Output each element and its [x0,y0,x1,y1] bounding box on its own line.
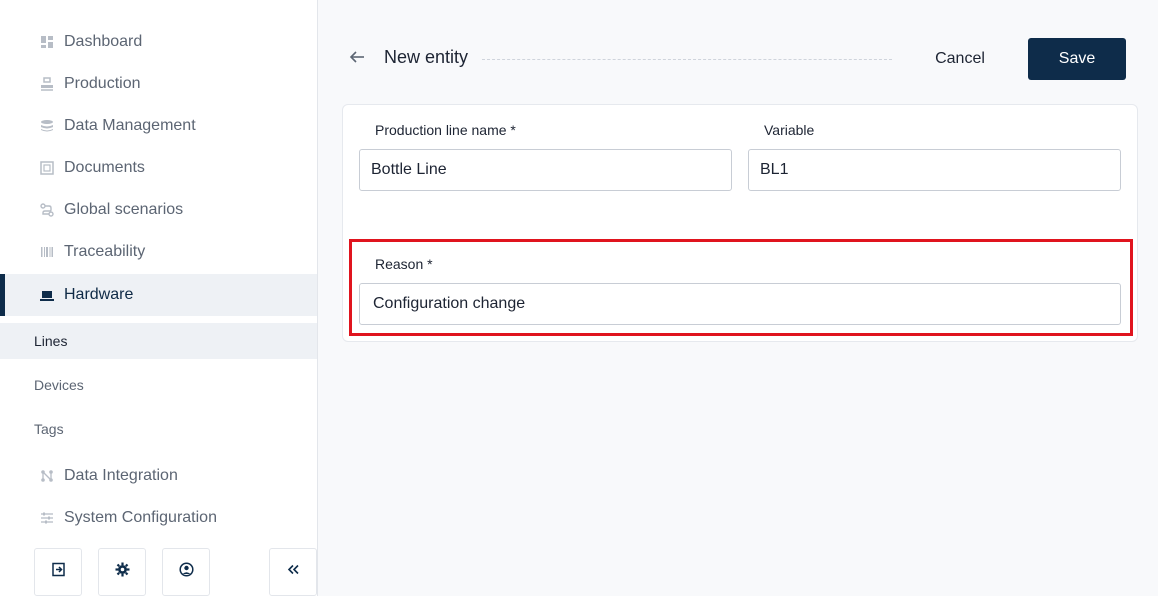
sidebar-item-label: Data Management [64,117,196,134]
scenarios-icon [40,203,54,217]
app-root: Dashboard Production Data Management Doc… [0,0,1158,596]
back-button[interactable] [346,48,368,70]
integration-icon [40,469,54,483]
sidebar-item-data-management[interactable]: Data Management [0,105,317,147]
sidebar-item-label: Dashboard [64,33,143,50]
sidebar-item-label: System Configuration [64,509,217,526]
sidebar-item-hardware[interactable]: Hardware [0,274,317,316]
sidebar-item-label: Traceability [64,243,146,260]
barcode-icon [40,245,54,259]
documents-icon [40,161,54,175]
settings-icon [115,562,130,582]
settings-button[interactable] [98,548,146,596]
user-icon [178,562,194,582]
reason-input[interactable] [359,283,1121,325]
sidebar-item-traceability[interactable]: Traceability [0,231,317,273]
sidebar-item-label: Hardware [64,286,134,303]
logout-icon [51,562,66,582]
save-button[interactable]: Save [1028,38,1126,80]
reason-label: Reason * [375,256,433,272]
sidebar-item-label: Production [64,75,141,92]
sidebar-subitem-devices[interactable]: Devices [0,367,317,403]
sidebar-subitem-label: Devices [34,377,84,393]
sidebar-item-system-configuration[interactable]: System Configuration [0,497,317,539]
production-line-name-label: Production line name * [375,122,516,138]
sidebar-subitem-lines[interactable]: Lines [0,323,317,359]
page-title: New entity [384,47,469,67]
user-profile-button[interactable] [162,548,210,596]
sidebar-item-label: Documents [64,159,145,176]
dashboard-icon [40,35,54,49]
sidebar-item-production[interactable]: Production [0,63,317,105]
sidebar-item-documents[interactable]: Documents [0,147,317,189]
hardware-icon [40,288,54,302]
collapse-sidebar-button[interactable] [269,548,317,596]
database-icon [40,119,54,133]
sidebar: Dashboard Production Data Management Doc… [0,0,318,596]
sidebar-item-label: Data Integration [64,467,178,484]
variable-input[interactable] [748,149,1121,191]
sidebar-subitem-label: Tags [34,421,64,437]
variable-label: Variable [764,122,815,138]
production-icon [40,77,54,91]
sliders-icon [40,511,54,525]
sidebar-item-global-scenarios[interactable]: Global scenarios [0,189,317,231]
sidebar-item-label: Global scenarios [64,201,184,218]
title-divider [482,59,892,60]
logout-button[interactable] [34,548,82,596]
collapse-icon [286,562,301,582]
production-line-name-input[interactable] [359,149,732,191]
sidebar-subitem-label: Lines [34,333,68,349]
cancel-button[interactable]: Cancel [916,40,1004,78]
sidebar-subitem-tags[interactable]: Tags [0,411,317,447]
sidebar-item-dashboard[interactable]: Dashboard [0,21,317,63]
sidebar-item-data-integration[interactable]: Data Integration [0,455,317,497]
arrow-left-icon [349,49,365,70]
